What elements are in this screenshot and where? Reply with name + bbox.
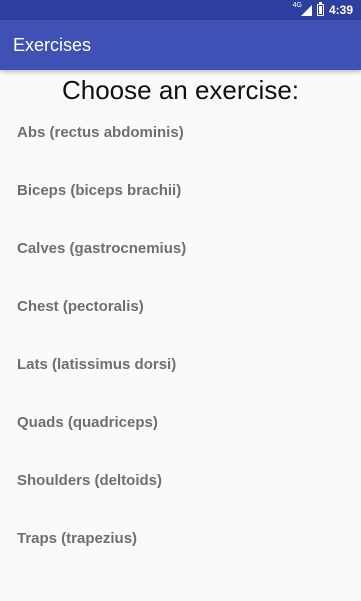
exercise-item-biceps[interactable]: Biceps (biceps brachii) <box>0 161 361 219</box>
exercise-item-shoulders[interactable]: Shoulders (deltoids) <box>0 451 361 509</box>
exercise-item-quads[interactable]: Quads (quadriceps) <box>0 393 361 451</box>
app-screen: 4G 4:39 Exercises Choose an exercise: Ab… <box>0 0 361 601</box>
exercise-list: Abs (rectus abdominis) Biceps (biceps br… <box>0 103 361 567</box>
exercise-item-chest[interactable]: Chest (pectoralis) <box>0 277 361 335</box>
app-title: Exercises <box>13 35 92 55</box>
status-indicators: 4G 4:39 <box>287 0 353 20</box>
battery-icon <box>316 2 324 16</box>
status-time: 4:39 <box>328 3 353 17</box>
cell-signal-icon <box>300 4 312 16</box>
exercise-item-calves[interactable]: Calves (gastrocnemius) <box>0 219 361 277</box>
app-bar: Exercises <box>0 20 361 70</box>
status-bar: 4G 4:39 <box>0 0 361 20</box>
page-heading: Choose an exercise: <box>61 75 300 105</box>
network-type-label: 4G <box>292 1 302 9</box>
exercise-item-traps[interactable]: Traps (trapezius) <box>0 509 361 567</box>
exercise-item-abs[interactable]: Abs (rectus abdominis) <box>0 103 361 161</box>
exercise-item-lats[interactable]: Lats (latissimus dorsi) <box>0 335 361 393</box>
